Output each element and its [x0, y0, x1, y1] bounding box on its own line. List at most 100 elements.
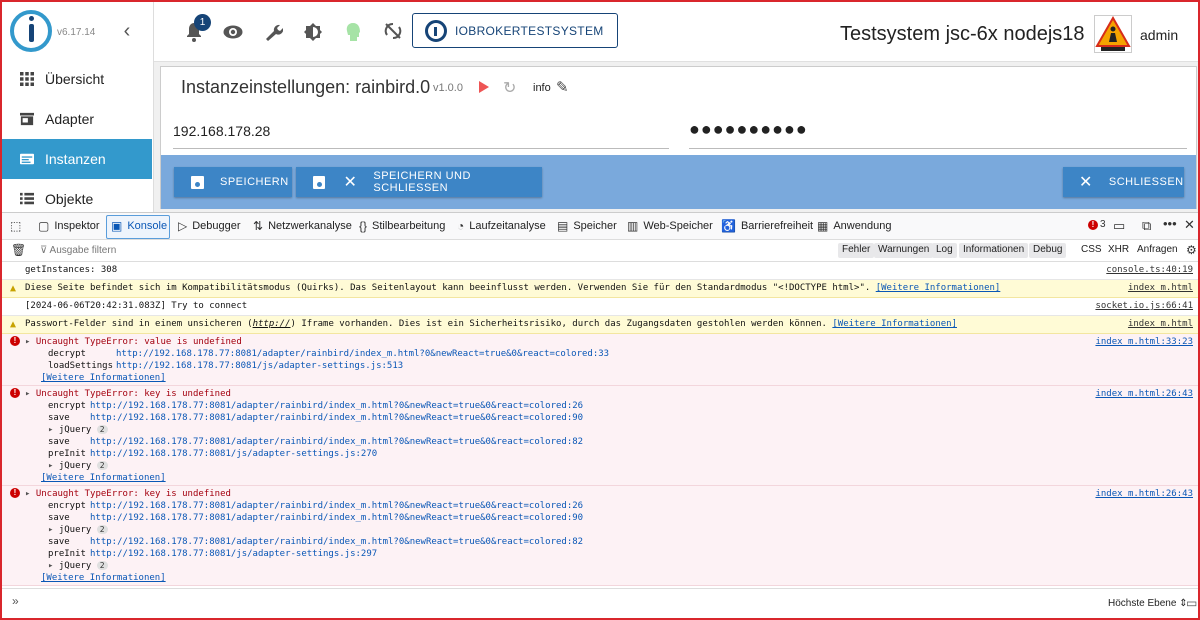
tab-stilbearbeitung[interactable]: {} Stilbearbeitung — [359, 219, 445, 233]
more-info-link[interactable]: [Weitere Informationen] — [876, 283, 1001, 293]
tab-anwendung[interactable]: ▦ Anwendung — [817, 219, 891, 233]
pencil-icon[interactable]: ✎ — [556, 78, 569, 96]
theme-icon[interactable] — [302, 22, 324, 44]
source-link[interactable]: index_m.html — [1128, 283, 1193, 293]
tab-inspektor[interactable]: ▢ Inspektor — [38, 219, 100, 233]
more-options-icon[interactable]: ••• — [1163, 216, 1177, 231]
password-field[interactable]: ●●●●●●●●●● — [689, 119, 1187, 149]
stack-frame: loadSettings http://192.168.178.77:8081/j… — [48, 361, 404, 371]
play-icon[interactable] — [479, 81, 489, 93]
filter-informationen[interactable]: Informationen — [959, 243, 1029, 258]
host-button[interactable]: IOBROKERTESTSYSTEM — [412, 13, 618, 48]
more-info-link[interactable]: [Weitere Informationen] — [41, 573, 166, 583]
trash-icon[interactable]: 🗑 — [11, 243, 26, 257]
error-counter[interactable]: ! 3 — [1088, 219, 1106, 230]
list-icon — [20, 192, 34, 205]
filter-anfragen[interactable]: Anfragen — [1137, 244, 1178, 255]
user-avatar[interactable] — [1094, 15, 1132, 53]
expand-triangle-icon[interactable]: ▸ — [25, 337, 36, 347]
filter-log[interactable]: Log — [932, 243, 957, 258]
memory-icon: ▤ — [557, 219, 569, 233]
filter-icon: ⊽ — [40, 245, 50, 256]
source-link[interactable]: console.ts:40:19 — [1106, 265, 1193, 275]
console-icon: ▣ — [111, 219, 123, 233]
grid-icon — [20, 72, 34, 86]
page-title: Instanzeinstellungen: rainbird.0 — [181, 77, 431, 97]
console-error-row: ! ▸ Uncaught TypeError: value is undefin… — [2, 334, 1198, 386]
error-icon: ! — [10, 388, 20, 398]
error-icon: ! — [10, 488, 20, 498]
expand-triangle-icon[interactable]: ▸ — [25, 489, 36, 499]
console-row: getInstances: 308 console.ts:40:19 — [2, 262, 1198, 280]
sidebar-item-label: Adapter — [45, 111, 95, 127]
button-bar: SPEICHERN ✕ SPEICHERN UND SCHLIESSEN ✕ S… — [161, 155, 1196, 209]
more-info-link[interactable]: [Weitere Informationen] — [41, 473, 166, 483]
filter-css[interactable]: CSS — [1081, 244, 1102, 255]
stack-frame-group[interactable]: ▸ jQuery 2 — [48, 561, 108, 571]
style-editor-icon: {} — [359, 219, 368, 233]
save-button[interactable]: SPEICHERN — [174, 167, 292, 197]
collapse-sidebar-icon[interactable]: ‹ — [117, 20, 137, 43]
ip-address-field[interactable]: 192.168.178.28 — [173, 119, 669, 149]
tab-konsole[interactable]: ▣ Konsole — [111, 219, 167, 233]
warning-icon: ▲ — [10, 283, 17, 294]
source-link[interactable]: index_m.html — [1128, 319, 1193, 329]
reload-icon[interactable]: ↻ — [503, 78, 516, 98]
filter-fehler[interactable]: Fehler — [838, 243, 875, 258]
context-select[interactable]: Höchste Ebene ⇕ — [1108, 598, 1188, 609]
sidebar-item-label: Objekte — [45, 191, 94, 207]
responsive-icon[interactable]: ▭ — [1113, 218, 1125, 234]
tab-barrierefreiheit[interactable]: ♿ Barrierefreiheit — [721, 219, 813, 233]
inspector-icon: ▢ — [38, 219, 50, 233]
stack-frame-group[interactable]: ▸ jQuery 2 — [48, 461, 108, 471]
sidebar-item-uebersicht[interactable]: Übersicht — [2, 59, 152, 99]
host-button-label: IOBROKERTESTSYSTEM — [455, 23, 604, 38]
warning-icon: ▲ — [10, 319, 17, 330]
notification-badge: 1 — [194, 14, 211, 31]
sidebar-item-adapter[interactable]: Adapter — [2, 99, 152, 139]
source-link[interactable]: index_m.html:33:23 — [1095, 337, 1193, 347]
save-and-close-button[interactable]: ✕ SPEICHERN UND SCHLIESSEN — [296, 167, 542, 197]
source-link[interactable]: index_m.html:26:43 — [1095, 389, 1193, 399]
tab-web-speicher[interactable]: ▥ Web-Speicher — [627, 219, 713, 233]
element-picker-icon[interactable]: ⬚ — [10, 219, 21, 233]
system-title: Testsystem jsc-6x nodejs18 — [840, 23, 1085, 45]
split-console-icon[interactable]: ▭ — [1186, 596, 1197, 610]
sidebar-item-instanzen[interactable]: Instanzen — [2, 139, 152, 179]
instance-version: v1.0.0 — [433, 82, 463, 94]
console-input[interactable]: » Höchste Ebene ⇕ ▭ — [2, 588, 1198, 618]
more-info-link[interactable]: [Weitere Informationen] — [41, 373, 166, 383]
sync-off-icon[interactable] — [382, 22, 404, 44]
tab-debugger[interactable]: ▷ Debugger — [178, 219, 241, 233]
dock-icon[interactable]: ⧉ — [1142, 218, 1151, 234]
error-icon: ! — [1088, 219, 1098, 230]
filter-warnungen[interactable]: Warnungen — [874, 243, 934, 258]
tab-laufzeitanalyse[interactable]: ◔ Laufzeitanalyse — [457, 219, 546, 233]
save-button-label: SPEICHERN — [220, 176, 289, 188]
wrench-icon[interactable] — [262, 22, 284, 44]
more-info-link[interactable]: [Weitere Informationen] — [832, 319, 957, 329]
expand-triangle-icon[interactable]: ▸ — [25, 389, 36, 399]
console-filter-bar: 🗑 ⊽ Ausgabe filtern Fehler Warnungen Log… — [2, 240, 1198, 262]
stack-frame-group[interactable]: ▸ jQuery 2 — [48, 425, 108, 435]
tab-netzwerkanalyse[interactable]: ⇅ Netzwerkanalyse — [253, 219, 352, 233]
filter-debug[interactable]: Debug — [1029, 243, 1067, 258]
console-warning-row: ▲ Diese Seite befindet sich im Kompatibi… — [2, 280, 1198, 298]
console-error-row: ! ▸ Uncaught TypeError: key is undefined… — [2, 486, 1198, 586]
console-output: getInstances: 308 console.ts:40:19 ▲ Die… — [2, 262, 1198, 588]
close-button[interactable]: ✕ SCHLIESSEN — [1063, 167, 1184, 197]
stack-frame: decrypt http://192.168.178.77:8081/adapte… — [48, 349, 610, 359]
store-icon — [20, 112, 34, 126]
close-devtools-icon[interactable]: ✕ — [1184, 217, 1195, 233]
expert-mode-icon[interactable] — [342, 22, 364, 44]
filter-input[interactable]: ⊽ Ausgabe filtern — [40, 245, 116, 256]
filter-xhr[interactable]: XHR — [1108, 244, 1129, 255]
source-link[interactable]: socket.io.js:66:41 — [1095, 301, 1193, 311]
eye-icon[interactable] — [222, 22, 244, 44]
iobroker-logo — [10, 10, 52, 52]
settings-gear-icon[interactable]: ⚙ — [1186, 243, 1197, 257]
source-link[interactable]: index_m.html:26:43 — [1095, 489, 1193, 499]
tab-speicher[interactable]: ▤ Speicher — [557, 219, 617, 233]
stack-frame-group[interactable]: ▸ jQuery 2 — [48, 525, 108, 535]
username[interactable]: admin — [1140, 27, 1178, 43]
